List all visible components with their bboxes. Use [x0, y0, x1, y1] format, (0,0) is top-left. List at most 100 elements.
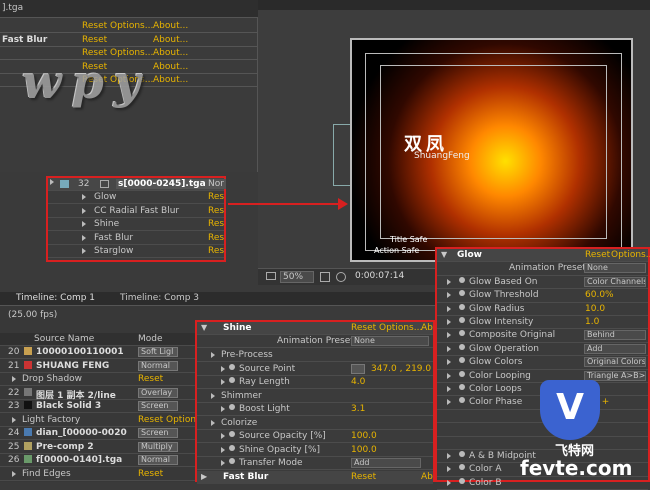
- stopwatch-icon[interactable]: [459, 384, 465, 390]
- layer-effect-row[interactable]: Starglow Res: [48, 245, 224, 258]
- stopwatch-icon[interactable]: [459, 451, 465, 457]
- expand-arrow-icon[interactable]: [12, 470, 16, 477]
- layer-mode[interactable]: Nor: [206, 179, 226, 189]
- fast-blur-header[interactable]: ▶ Fast Blur Reset Ab: [197, 471, 433, 484]
- effect-controls-tab[interactable]: ].tga: [0, 0, 258, 18]
- layer-effect-row[interactable]: Shine Res: [48, 218, 224, 231]
- expand-arrow-icon[interactable]: [221, 433, 225, 439]
- layer-effect-reset[interactable]: Res: [208, 246, 224, 256]
- layer-mode-select[interactable]: Normal: [138, 360, 178, 371]
- shine-param-row[interactable]: Shimmer: [197, 390, 433, 403]
- expand-arrow-icon[interactable]: [12, 376, 16, 382]
- about-link[interactable]: About...: [153, 62, 188, 72]
- glow-options-link[interactable]: Options...: [611, 250, 650, 260]
- timeline-row[interactable]: 23 Black Solid 3 Screen: [0, 400, 200, 413]
- glow-param-row[interactable]: Composite Original Behind: [437, 329, 648, 343]
- glow-param-row[interactable]: Glow Intensity 1.0: [437, 316, 648, 330]
- stopwatch-icon[interactable]: [459, 357, 465, 364]
- glow-param-value[interactable]: 10.0: [585, 304, 605, 314]
- expand-arrow-icon[interactable]: [447, 359, 451, 366]
- shine-param-value[interactable]: 3.1: [351, 404, 365, 414]
- layer-effect-reset[interactable]: Res: [208, 192, 224, 202]
- expand-arrow-icon[interactable]: [447, 332, 451, 339]
- glow-param-dropdown[interactable]: Original Colors: [584, 357, 646, 368]
- layer-effect-row[interactable]: CC Radial Fast Blur Res: [48, 205, 224, 218]
- layer-mode-select[interactable]: Normal: [138, 455, 178, 465]
- expand-arrow-icon[interactable]: [221, 446, 225, 453]
- glow-param-dropdown[interactable]: Add: [584, 343, 646, 354]
- shine-presets-dropdown[interactable]: None: [351, 336, 429, 346]
- expand-arrow-icon[interactable]: [12, 416, 16, 423]
- glow-param-dropdown[interactable]: Behind: [584, 330, 646, 341]
- shine-header[interactable]: ▼ Shine Reset Options... Ab: [197, 322, 433, 335]
- layer-effect-row[interactable]: Fast Blur Res: [48, 232, 224, 245]
- expand-arrow-icon[interactable]: [447, 399, 451, 406]
- timeline-row[interactable]: 26 f[0000-0140].tga Normal: [0, 454, 200, 467]
- timeline-effect-reset[interactable]: Reset: [138, 374, 163, 384]
- glow-param-row[interactable]: Glow Radius 10.0: [437, 303, 648, 316]
- shine-param-row[interactable]: Colorize: [197, 417, 433, 430]
- stopwatch-icon[interactable]: [459, 303, 465, 310]
- source-name-header[interactable]: Source Name: [34, 334, 94, 344]
- monitor-icon[interactable]: [266, 272, 276, 280]
- expand-arrow-icon[interactable]: [82, 234, 86, 241]
- shine-reset-link[interactable]: Reset: [351, 323, 376, 333]
- expand-arrow-icon[interactable]: [221, 406, 225, 412]
- stopwatch-icon[interactable]: [459, 330, 465, 337]
- timeline-effect-options[interactable]: Option: [166, 415, 196, 425]
- reset-link[interactable]: Reset: [82, 21, 107, 31]
- stopwatch-icon[interactable]: [459, 370, 465, 377]
- expand-arrow-icon[interactable]: [82, 248, 86, 254]
- layer-mode-select[interactable]: Screen: [138, 428, 178, 438]
- expand-arrow-icon[interactable]: [447, 345, 451, 352]
- expand-arrow-icon[interactable]: [82, 207, 86, 214]
- expand-arrow-icon[interactable]: [447, 292, 451, 299]
- layer-effect-row[interactable]: Glow Res: [48, 191, 224, 204]
- timeline-effect-reset[interactable]: Reset: [138, 415, 163, 425]
- shine-options-link[interactable]: Options...: [379, 323, 422, 333]
- shine-param-row[interactable]: Boost Light 3.1: [197, 403, 433, 416]
- shine-param-row[interactable]: Source Point 347.0 , 219.0: [197, 363, 433, 376]
- expand-arrow-icon[interactable]: [447, 466, 451, 473]
- expand-arrow-icon[interactable]: [447, 278, 451, 285]
- glow-param-row[interactable]: Glow Operation Add: [437, 343, 648, 357]
- expand-arrow-icon[interactable]: [221, 365, 225, 372]
- stopwatch-icon[interactable]: [229, 458, 235, 464]
- shine-param-value[interactable]: 4.0: [351, 377, 365, 387]
- expand-arrow-icon[interactable]: [211, 352, 215, 358]
- reset-link[interactable]: Reset: [82, 35, 107, 45]
- stopwatch-icon[interactable]: [229, 404, 235, 410]
- expand-arrow-icon[interactable]: [50, 179, 54, 185]
- fx-icon[interactable]: ▼: [441, 250, 447, 259]
- shine-param-row[interactable]: Shine Opacity [%] 100.0: [197, 444, 433, 457]
- glow-param-row[interactable]: Glow Threshold 60.0%: [437, 289, 648, 303]
- expand-arrow-icon[interactable]: [447, 372, 451, 379]
- fast-blur-reset-link[interactable]: Reset: [351, 472, 376, 482]
- stopwatch-icon[interactable]: [459, 276, 465, 283]
- layer-mode-select[interactable]: Multiply: [138, 441, 178, 452]
- composition-canvas[interactable]: 双凤 ShuangFeng Title Safe Action Safe: [350, 38, 633, 262]
- glow-param-row[interactable]: Glow Based On Color Channels: [437, 276, 648, 290]
- shine-param-value[interactable]: Add: [351, 458, 421, 468]
- tab-timeline-comp3[interactable]: Timeline: Comp 3: [120, 293, 199, 303]
- glow-param-row[interactable]: Glow Colors Original Colors: [437, 356, 648, 370]
- layer-effect-reset[interactable]: Res: [208, 206, 224, 216]
- timecode-display[interactable]: 0:00:07:14: [352, 271, 422, 283]
- shine-param-row[interactable]: Pre-Process: [197, 349, 433, 362]
- timeline-row[interactable]: Light Factory Reset Option: [0, 414, 200, 427]
- expand-arrow-icon[interactable]: [447, 453, 451, 459]
- expand-arrow-icon[interactable]: [82, 221, 86, 227]
- expand-arrow-icon[interactable]: ▶: [201, 472, 207, 481]
- glow-presets-dropdown[interactable]: None: [584, 263, 646, 274]
- glow-param-value[interactable]: 60.0%: [585, 290, 614, 300]
- expand-arrow-icon[interactable]: [447, 305, 451, 312]
- expand-arrow-icon[interactable]: [447, 479, 451, 486]
- stopwatch-icon[interactable]: [459, 343, 465, 350]
- timeline-row[interactable]: Drop Shadow Reset: [0, 373, 200, 386]
- expand-arrow-icon[interactable]: [211, 419, 215, 426]
- mode-header[interactable]: Mode: [138, 334, 163, 344]
- timeline-row[interactable]: 20 10000100110001 Soft Ligl: [0, 346, 200, 359]
- glow-header[interactable]: ▼ Glow Reset Options...: [437, 249, 650, 263]
- layer-effect-reset[interactable]: Res: [208, 233, 224, 243]
- timeline-row[interactable]: 22 图层 1 副本 2/line Overlay: [0, 387, 200, 401]
